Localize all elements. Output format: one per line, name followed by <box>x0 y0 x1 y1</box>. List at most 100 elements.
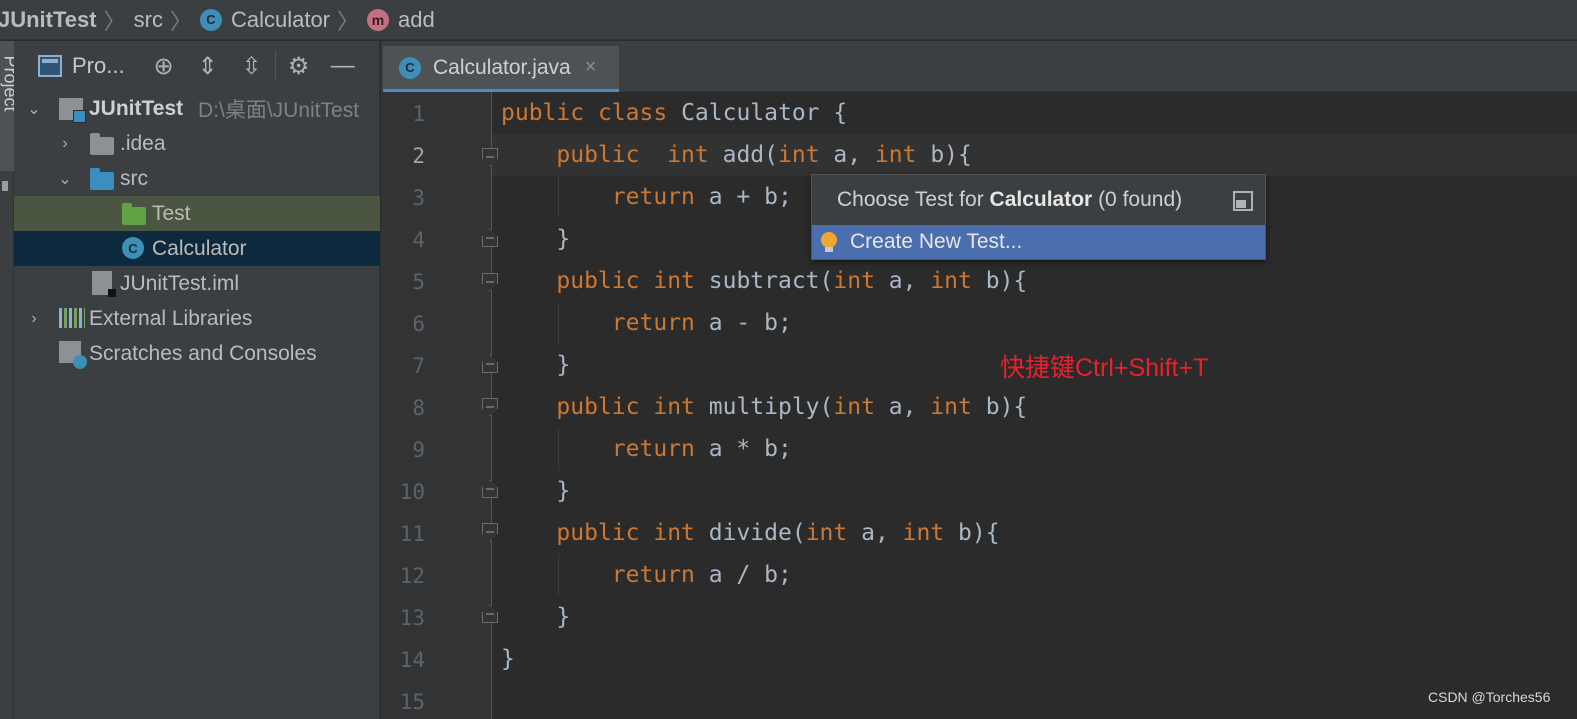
source-folder-icon <box>90 168 114 190</box>
code-token: } <box>501 646 515 672</box>
class-icon: C <box>199 8 222 31</box>
code-line-6: return a - b; <box>501 310 792 336</box>
breadcrumb-src[interactable]: src <box>134 0 163 40</box>
collapse-all-icon[interactable]: ⇳ <box>237 51 267 81</box>
breadcrumb-class[interactable]: C Calculator <box>199 0 331 40</box>
code-token: return <box>611 436 695 462</box>
tab-calculator-java[interactable]: C Calculator.java × <box>383 46 619 92</box>
file-icon <box>92 271 116 297</box>
code-token: int <box>805 520 848 546</box>
tree-item-calculator[interactable]: C Calculator <box>14 231 380 266</box>
module-icon <box>59 98 86 123</box>
code-token: Calculator <box>681 100 820 126</box>
tree-item-scratches[interactable]: Scratches and Consoles <box>14 336 380 371</box>
tree-item-label: .idea <box>120 131 166 155</box>
code-token: } <box>556 478 571 504</box>
project-panel: Pro... ⊕ ⇕ ⇳ ⚙ — ⌄ JUnitTest D:\桌面\JUnit… <box>14 41 380 719</box>
code-line-4: } <box>501 226 570 252</box>
structure-tab-icon[interactable] <box>2 181 8 191</box>
tree-item-junittest[interactable]: ⌄ JUnitTest D:\桌面\JUnitTest <box>14 91 380 126</box>
line-number: 1 <box>412 102 425 126</box>
code-line-13: } <box>501 604 570 630</box>
code-token: } <box>556 604 571 630</box>
locate-icon[interactable]: ⊕ <box>149 51 179 81</box>
chevron-right-icon[interactable]: › <box>24 309 44 329</box>
code-token: multiply <box>708 394 820 420</box>
line-number: 6 <box>412 312 425 336</box>
code-token: b){ <box>971 268 1028 294</box>
line-number: 11 <box>399 522 425 546</box>
code-token: a / b; <box>694 562 792 588</box>
shortcut-annotation: 快捷键Ctrl+Shift+T <box>1000 354 1209 382</box>
line-number: 7 <box>412 354 425 378</box>
tree-item-src[interactable]: ⌄ src <box>14 161 380 196</box>
line-number: 3 <box>412 186 425 210</box>
code-token: b){ <box>971 394 1028 420</box>
code-token: a + b; <box>694 184 792 210</box>
code-token: int <box>667 142 709 168</box>
code-token: a - b; <box>694 310 792 336</box>
code-token: int <box>653 268 695 294</box>
code-token: public <box>501 100 585 126</box>
line-number: 8 <box>412 396 425 420</box>
code-token: b){ <box>916 142 972 168</box>
project-view-selector[interactable]: Pro... <box>38 53 125 79</box>
class-icon: C <box>122 237 144 259</box>
popup-header: Choose Test for Calculator (0 found) <box>812 175 1265 225</box>
code-token: add <box>722 142 765 168</box>
code-line-5: public int subtract(int a, int b){ <box>556 268 1028 294</box>
code-token: divide <box>708 520 792 546</box>
code-line-7: } <box>501 352 570 378</box>
create-new-test-label: Create New Test... <box>850 230 1023 253</box>
line-number: 4 <box>412 228 425 252</box>
code-token: int <box>930 268 972 294</box>
tree-item-label: Scratches and Consoles <box>89 341 317 365</box>
tree-item-idea[interactable]: › .idea <box>14 126 380 161</box>
editor-tab-bar: C Calculator.java × <box>381 41 1577 92</box>
code-token: return <box>611 310 695 336</box>
tree-item-label: JUnitTest <box>89 96 184 120</box>
code-token: int <box>874 142 917 168</box>
chevron-down-icon[interactable]: ⌄ <box>24 99 44 119</box>
tab-label: Calculator.java <box>433 55 571 79</box>
code-token: a * b; <box>694 436 792 462</box>
minimize-icon[interactable]: — <box>328 51 358 81</box>
code-token: int <box>653 394 695 420</box>
code-token: int <box>833 268 875 294</box>
project-panel-toolbar: Pro... ⊕ ⇕ ⇳ ⚙ — <box>14 41 380 91</box>
close-icon[interactable]: × <box>585 56 597 79</box>
expand-all-icon[interactable]: ⇕ <box>193 51 223 81</box>
code-line-1: public class Calculator { <box>501 100 847 126</box>
project-view-title: Pro... <box>72 53 125 78</box>
watermark: CSDN @Torches56 <box>1428 689 1551 705</box>
tree-item-iml[interactable]: JUnitTest.iml <box>14 266 380 301</box>
pin-window-icon[interactable] <box>1233 191 1253 211</box>
tree-item-label: JUnitTest.iml <box>120 271 240 295</box>
tree-item-test[interactable]: Test <box>14 196 380 231</box>
line-number: 15 <box>399 690 425 714</box>
breadcrumb-class-label: Calculator <box>230 6 331 32</box>
chevron-right-icon[interactable]: › <box>55 134 75 154</box>
lightbulb-icon <box>821 232 837 252</box>
line-number: 14 <box>399 648 425 672</box>
popup-title-suffix: (0 found) <box>1092 188 1183 211</box>
left-tool-strip: Project <box>0 41 21 719</box>
line-number: 10 <box>399 480 425 504</box>
breadcrumb-project[interactable]: JUnitTest <box>0 0 97 40</box>
tree-item-label: Test <box>152 201 191 225</box>
chevron-down-icon[interactable]: ⌄ <box>55 169 75 189</box>
code-line-2: public int add(int a, int b){ <box>556 142 972 168</box>
code-token: return <box>611 562 695 588</box>
tree-item-external-libraries[interactable]: › External Libraries <box>14 301 380 336</box>
create-new-test-item[interactable]: Create New Test... <box>812 225 1265 259</box>
project-tool-tab[interactable]: Project <box>0 41 21 171</box>
code-line-12: return a / b; <box>501 562 792 588</box>
class-icon: C <box>399 56 421 79</box>
code-line-3: return a + b; <box>501 184 792 210</box>
scratches-icon <box>59 341 87 369</box>
gear-icon[interactable]: ⚙ <box>284 51 314 81</box>
popup-title-prefix: Choose Test for <box>837 188 990 211</box>
code-token: public <box>556 268 640 294</box>
breadcrumb-method[interactable]: m add <box>367 0 435 40</box>
chevron-right-icon: 〉 <box>337 8 360 34</box>
